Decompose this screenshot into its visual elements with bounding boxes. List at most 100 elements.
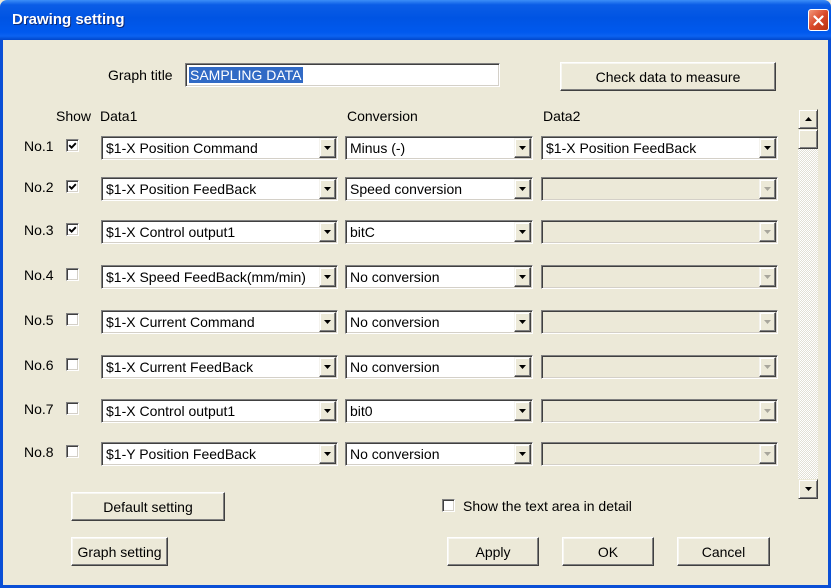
show-checkbox[interactable] <box>66 268 79 281</box>
chevron-down-icon <box>764 452 771 456</box>
chevron-down-icon <box>764 146 771 150</box>
data1-select-dropdown-button[interactable] <box>319 312 336 332</box>
ok-button[interactable]: OK <box>562 537 654 566</box>
data1-select[interactable]: $1-X Current Command <box>101 310 338 334</box>
conversion-select[interactable]: bitC <box>345 220 533 244</box>
scroll-thumb[interactable] <box>798 129 818 149</box>
graph-title-input[interactable]: SAMPLING DATA <box>185 63 500 87</box>
show-checkbox[interactable] <box>66 445 79 458</box>
data1-select-value: $1-X Current FeedBack <box>106 359 254 375</box>
conversion-select-dropdown-button[interactable] <box>514 222 531 242</box>
column-header-data2: Data2 <box>543 108 581 124</box>
graph-setting-button[interactable]: Graph setting <box>71 537 168 566</box>
row-number-label: No.8 <box>24 444 54 460</box>
conversion-select-value: Speed conversion <box>350 181 463 197</box>
data1-select-value: $1-X Position FeedBack <box>106 181 257 197</box>
data2-select-dropdown-button <box>759 312 776 332</box>
show-checkbox[interactable] <box>66 180 79 193</box>
show-checkbox[interactable] <box>66 313 79 326</box>
data1-select-value: $1-X Position Command <box>106 140 258 156</box>
conversion-select-dropdown-button[interactable] <box>514 401 531 421</box>
data1-select-dropdown-button[interactable] <box>319 222 336 242</box>
cancel-button[interactable]: Cancel <box>677 537 770 566</box>
chevron-down-icon <box>324 452 331 456</box>
graph-title-label: Graph title <box>108 67 173 83</box>
data1-select[interactable]: $1-X Current FeedBack <box>101 355 338 379</box>
conversion-select[interactable]: No conversion <box>345 310 533 334</box>
chevron-down-icon <box>764 187 771 191</box>
data2-select <box>541 310 778 334</box>
channel-row: No.1 $1-X Position Command Minus (-) $1-X P… <box>0 136 800 160</box>
chevron-down-icon <box>324 320 331 324</box>
chevron-down-icon <box>519 409 526 413</box>
row-number-label: No.5 <box>24 312 54 328</box>
data1-select-dropdown-button[interactable] <box>319 444 336 464</box>
data1-select-dropdown-button[interactable] <box>319 179 336 199</box>
show-checkbox[interactable] <box>66 402 79 415</box>
channel-row: No.8 $1-Y Position FeedBack No conversion <box>0 442 800 466</box>
conversion-select-dropdown-button[interactable] <box>514 357 531 377</box>
conversion-select-dropdown-button[interactable] <box>514 179 531 199</box>
arrow-down-icon <box>804 487 812 491</box>
row-number-label: No.3 <box>24 222 54 238</box>
show-detail-label: Show the text area in detail <box>463 498 632 514</box>
conversion-select[interactable]: No conversion <box>345 355 533 379</box>
chevron-down-icon <box>519 320 526 324</box>
window-title: Drawing setting <box>12 11 125 28</box>
data2-select-dropdown-button[interactable] <box>759 138 776 158</box>
chevron-down-icon <box>324 409 331 413</box>
data1-select[interactable]: $1-X Speed FeedBack(mm/min) <box>101 265 338 289</box>
channel-row: No.5 $1-X Current Command No conversion <box>0 310 800 334</box>
scroll-down-button[interactable] <box>798 479 818 499</box>
conversion-select[interactable]: No conversion <box>345 265 533 289</box>
scroll-up-button[interactable] <box>798 109 818 129</box>
conversion-select[interactable]: No conversion <box>345 442 533 466</box>
conversion-select[interactable]: Minus (-) <box>345 136 533 160</box>
data2-select-dropdown-button <box>759 179 776 199</box>
data1-select[interactable]: $1-Y Position FeedBack <box>101 442 338 466</box>
conversion-select-dropdown-button[interactable] <box>514 138 531 158</box>
chevron-down-icon <box>764 275 771 279</box>
column-header-conversion: Conversion <box>347 108 418 124</box>
data1-select[interactable]: $1-X Control output1 <box>101 399 338 423</box>
data1-select-dropdown-button[interactable] <box>319 401 336 421</box>
data1-select-dropdown-button[interactable] <box>319 267 336 287</box>
check-data-button[interactable]: Check data to measure <box>560 62 776 91</box>
data2-select-dropdown-button <box>759 267 776 287</box>
data2-select-dropdown-button <box>759 401 776 421</box>
data1-select-value: $1-X Current Command <box>106 314 255 330</box>
apply-button[interactable]: Apply <box>447 537 539 566</box>
vertical-scrollbar[interactable] <box>798 109 818 499</box>
default-setting-button[interactable]: Default setting <box>71 492 225 521</box>
data1-select[interactable]: $1-X Position FeedBack <box>101 177 338 201</box>
chevron-down-icon <box>324 275 331 279</box>
close-button[interactable] <box>808 9 829 31</box>
show-checkbox[interactable] <box>66 223 79 236</box>
conversion-select-value: No conversion <box>350 269 440 285</box>
data1-select[interactable]: $1-X Control output1 <box>101 220 338 244</box>
data1-select-dropdown-button[interactable] <box>319 138 336 158</box>
conversion-select-dropdown-button[interactable] <box>514 267 531 287</box>
conversion-select-dropdown-button[interactable] <box>514 312 531 332</box>
show-checkbox[interactable] <box>66 358 79 371</box>
title-bar[interactable]: Drawing setting <box>0 0 831 40</box>
channel-row: No.4 $1-X Speed FeedBack(mm/min) No conver… <box>0 265 800 289</box>
channel-row: No.6 $1-X Current FeedBack No conversion <box>0 355 800 379</box>
show-detail-checkbox[interactable] <box>442 499 455 512</box>
conversion-select[interactable]: bit0 <box>345 399 533 423</box>
data1-select-value: $1-X Control output1 <box>106 403 236 419</box>
data1-select-dropdown-button[interactable] <box>319 357 336 377</box>
data1-select[interactable]: $1-X Position Command <box>101 136 338 160</box>
show-checkbox[interactable] <box>66 139 79 152</box>
row-number-label: No.1 <box>24 138 54 154</box>
arrow-up-icon <box>804 117 812 121</box>
data2-select <box>541 177 778 201</box>
column-header-show: Show <box>56 108 92 124</box>
check-icon <box>68 226 77 233</box>
row-number-label: No.2 <box>24 179 54 195</box>
data2-select[interactable]: $1-X Position FeedBack <box>541 136 778 160</box>
data2-select-dropdown-button <box>759 444 776 464</box>
conversion-select[interactable]: Speed conversion <box>345 177 533 201</box>
channel-row: No.2 $1-X Position FeedBack Speed conversi… <box>0 177 800 201</box>
conversion-select-dropdown-button[interactable] <box>514 444 531 464</box>
